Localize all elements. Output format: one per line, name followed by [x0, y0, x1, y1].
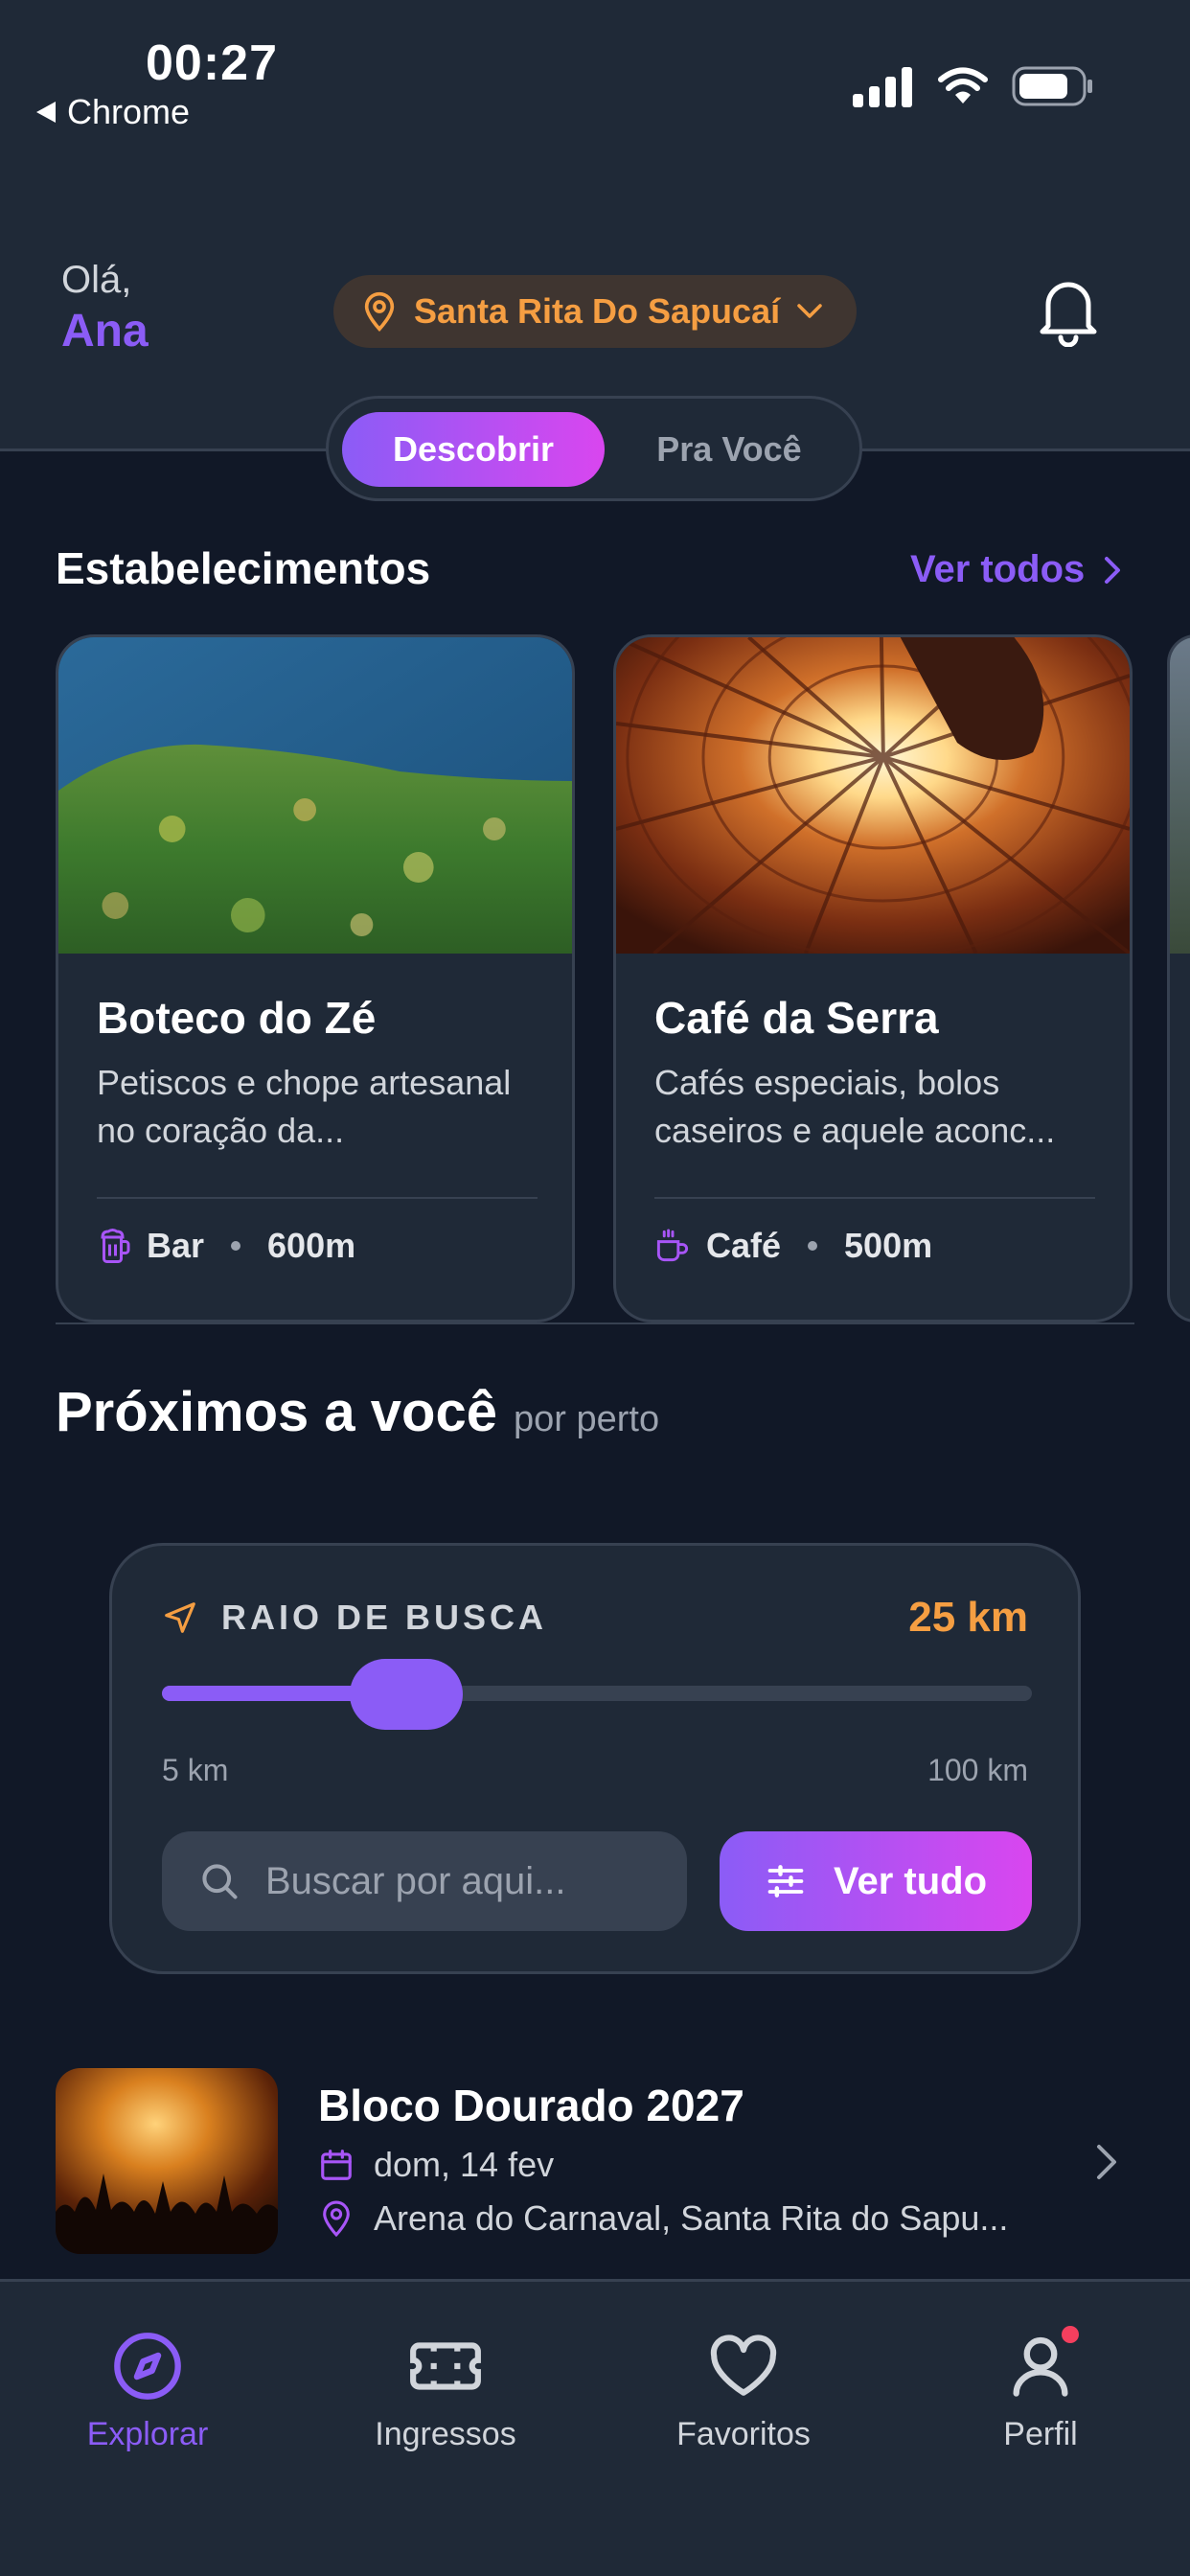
search-placeholder: Buscar por aqui...	[265, 1859, 566, 1902]
event-location-row: Arena do Carnaval, Santa Rita do Sapu...	[318, 2198, 1008, 2239]
distance-label: 500m	[844, 1226, 933, 1265]
card-divider	[654, 1197, 1095, 1199]
establishment-card-cafe[interactable]: Café da Serra Cafés especiais, bolos cas…	[613, 634, 1133, 1322]
event-date-row: dom, 14 fev	[318, 2145, 554, 2185]
battery-icon	[1012, 66, 1092, 106]
radius-min-label: 5 km	[162, 1753, 229, 1787]
event-location: Arena do Carnaval, Santa Rita do Sapu...	[374, 2198, 1009, 2238]
search-radius-card: RAIO DE BUSCA 25 km 5 km 100 km Buscar p…	[109, 1543, 1081, 1974]
radius-max-label: 100 km	[927, 1753, 1028, 1787]
chevron-right-icon[interactable]	[1092, 2141, 1121, 2183]
coffee-cup-icon	[656, 1229, 689, 1262]
see-everything-label: Ver tudo	[833, 1859, 988, 1902]
user-name: Ana	[61, 306, 149, 356]
beer-mug-icon	[101, 1229, 130, 1263]
radius-slider-thumb[interactable]	[349, 1659, 463, 1730]
nav-label: Ingressos	[375, 2416, 516, 2452]
radius-slider-track[interactable]	[162, 1686, 1032, 1701]
establishment-image	[58, 637, 572, 954]
compass-icon	[114, 2333, 181, 2400]
establishment-name: Boteco do Zé	[97, 993, 377, 1043]
establishment-description: Cafés especiais, bolos caseiros e aquele…	[654, 1063, 1056, 1150]
nearby-subtitle: por perto	[514, 1399, 660, 1439]
establishment-name: Café da Serra	[654, 993, 939, 1043]
nav-label: Perfil	[1003, 2416, 1078, 2452]
event-title[interactable]: Bloco Dourado 2027	[318, 2080, 744, 2131]
signal-icon	[853, 67, 912, 107]
establishments-title: Estabelecimentos	[56, 543, 431, 593]
category-label: Café	[706, 1226, 782, 1265]
nearby-title: Próximos a você	[56, 1381, 497, 1443]
heart-icon	[710, 2334, 777, 2396]
establishment-card-peek[interactable]	[1167, 634, 1190, 1322]
nav-label: Explorar	[86, 2416, 209, 2452]
chevron-right-icon	[1105, 556, 1121, 584]
establishment-image	[616, 637, 1130, 954]
event-image	[56, 2068, 278, 2254]
separator-dot	[808, 1241, 818, 1251]
map-pin-icon	[364, 291, 395, 333]
status-icons	[851, 65, 1094, 107]
category-label: Bar	[147, 1226, 205, 1265]
sliders-icon	[767, 1865, 804, 1898]
navigation-arrow-icon	[165, 1602, 195, 1633]
status-time: 00:27	[146, 35, 278, 91]
back-triangle-icon	[36, 102, 56, 123]
ticket-icon	[410, 2342, 481, 2390]
search-icon	[202, 1864, 238, 1899]
establishment-image	[1170, 637, 1190, 954]
notification-badge	[1062, 2326, 1079, 2343]
greeting-text: Olá,	[61, 259, 132, 301]
see-all-label: Ver todos	[910, 548, 1086, 590]
chevron-down-icon	[797, 304, 822, 318]
nav-ingressos[interactable]: Ingressos	[331, 2330, 561, 2453]
wifi-icon	[938, 67, 988, 104]
map-pin-icon	[323, 2200, 350, 2238]
location-selector[interactable]: Santa Rita Do Sapucaí	[333, 275, 857, 348]
back-to-app-button[interactable]: Chrome	[36, 92, 190, 132]
nav-favoritos[interactable]: Favoritos	[629, 2330, 858, 2453]
separator-dot	[231, 1241, 241, 1251]
calendar-icon	[321, 2150, 352, 2180]
establishment-description: Petiscos e chope artesanal no coração da…	[97, 1063, 512, 1150]
section-divider	[56, 1322, 1134, 1324]
card-divider	[97, 1197, 538, 1199]
tab-switcher: Descobrir Pra Você	[326, 396, 862, 501]
location-label: Santa Rita Do Sapucaí	[414, 291, 781, 331]
bottom-navigation: Explorar Ingressos Favoritos Perfil	[0, 2279, 1190, 2576]
establishment-card-boteco[interactable]: Boteco do Zé Petiscos e chope artesanal …	[56, 634, 575, 1322]
back-app-label: Chrome	[67, 92, 191, 131]
radius-label-group: RAIO DE BUSCA	[162, 1598, 547, 1638]
nav-perfil[interactable]: Perfil	[926, 2326, 1156, 2453]
see-everything-button[interactable]: Ver tudo	[720, 1831, 1032, 1931]
event-date: dom, 14 fev	[374, 2145, 555, 2184]
establishment-meta: Café 500m	[654, 1226, 932, 1266]
nav-label: Favoritos	[676, 2416, 811, 2452]
nav-explorar[interactable]: Explorar	[33, 2330, 263, 2453]
see-all-establishments-link[interactable]: Ver todos	[910, 548, 1123, 591]
establishment-meta: Bar 600m	[97, 1226, 355, 1266]
tab-descobrir[interactable]: Descobrir	[342, 412, 605, 487]
search-input[interactable]: Buscar por aqui...	[162, 1831, 687, 1931]
tab-pra-voce[interactable]: Pra Você	[606, 412, 852, 487]
radius-label: RAIO DE BUSCA	[221, 1598, 548, 1637]
distance-label: 600m	[267, 1226, 356, 1265]
radius-value: 25 km	[908, 1594, 1028, 1641]
bell-icon[interactable]	[1035, 274, 1102, 347]
